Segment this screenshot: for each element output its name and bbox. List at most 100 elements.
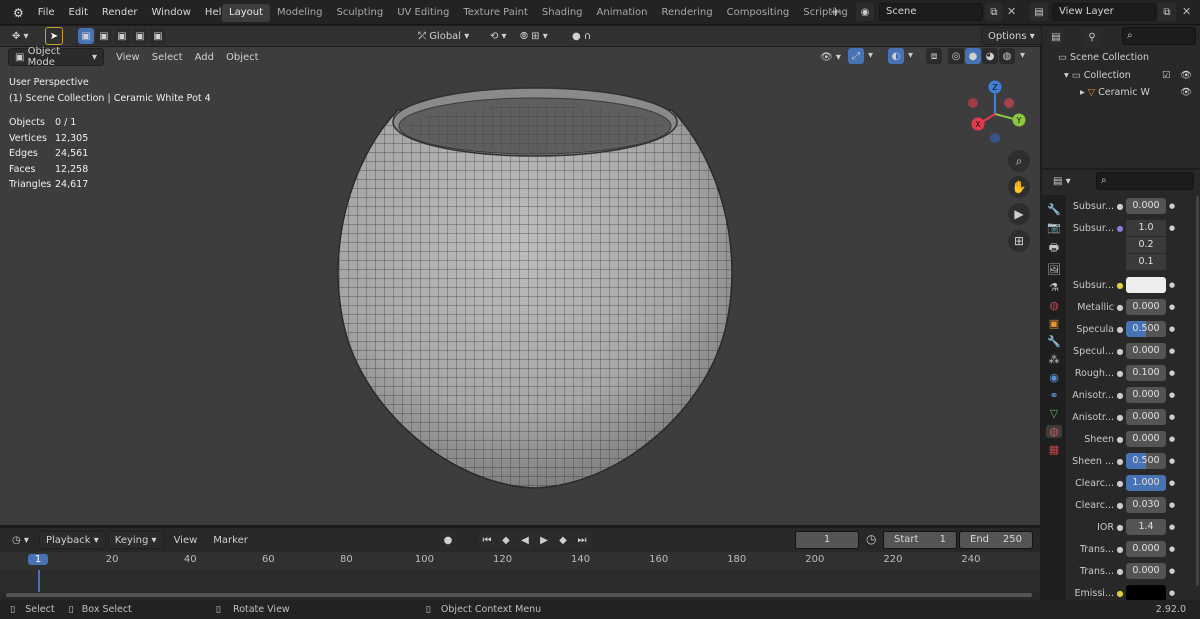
property-value[interactable]: 0.500 (1126, 321, 1166, 337)
keyframe-dot-icon[interactable]: ● (1166, 202, 1178, 210)
options-dropdown[interactable]: Options ▾ (981, 27, 1042, 45)
playback-menu[interactable]: Playback ▾ (38, 531, 106, 549)
object-tab-icon[interactable]: ▣ (1049, 317, 1059, 330)
editor-type-icon[interactable]: ✥ ▾ (6, 27, 35, 45)
keyframe-dot-icon[interactable]: ● (1166, 281, 1178, 289)
scene-tab-icon[interactable]: ⚗ (1049, 281, 1059, 294)
view-layer-selector[interactable]: View Layer (1052, 3, 1156, 21)
keyframe-dot-icon[interactable]: ● (1166, 545, 1178, 553)
ceramic-pot-mesh[interactable] (330, 80, 750, 500)
timeline-editor-icon[interactable]: ◷ ▾ (6, 531, 35, 549)
timeline-track[interactable] (0, 570, 1040, 592)
next-keyframe-icon[interactable]: ◆ (554, 531, 572, 549)
keyframe-dot-icon[interactable]: ● (1166, 347, 1178, 355)
viewport-menu-view[interactable]: View (110, 48, 146, 66)
camera-view-icon[interactable]: ▶ (1008, 203, 1030, 225)
playhead[interactable] (38, 570, 40, 592)
socket-dot-icon[interactable]: ● (1114, 501, 1126, 510)
socket-dot-icon[interactable]: ● (1114, 479, 1126, 488)
solid-shading-icon[interactable]: ● (965, 48, 981, 64)
property-value[interactable]: 0.000 (1126, 409, 1166, 425)
jump-start-icon[interactable]: ⏮ (478, 531, 496, 549)
select-extend-icon[interactable]: ▣ (96, 28, 112, 44)
socket-dot-icon[interactable]: ● (1114, 413, 1126, 422)
checkbox-icon[interactable]: ☑ (1162, 67, 1171, 85)
timeline-scrollbar[interactable] (6, 593, 1032, 597)
transform-orientation-dropdown[interactable]: ⤱ Global ▾ (412, 27, 475, 45)
select-subtract-icon[interactable]: ▣ (114, 28, 130, 44)
overlay-dropdown-icon[interactable]: ▾ (908, 50, 913, 61)
constraints-tab-icon[interactable]: ⚭ (1049, 389, 1058, 402)
outliner-collection[interactable]: ▾ ▭ Collection ☑ 👁 (1058, 67, 1192, 85)
viewport-menu-select[interactable]: Select (146, 48, 189, 66)
physics-tab-icon[interactable]: ◉ (1049, 371, 1059, 384)
tab-rendering[interactable]: Rendering (655, 4, 720, 22)
timeline-view-menu[interactable]: View (168, 531, 204, 549)
add-workspace-icon[interactable]: + (830, 5, 841, 20)
socket-dot-icon[interactable]: ● (1114, 523, 1126, 532)
select-new-icon[interactable]: ▣ (78, 28, 94, 44)
world-tab-icon[interactable]: ◍ (1049, 299, 1059, 312)
property-value[interactable] (1126, 277, 1166, 293)
keyframe-dot-icon[interactable]: ● (1166, 369, 1178, 377)
select-tool-icon[interactable]: ➤ (45, 27, 63, 45)
properties-search[interactable]: ⌕ (1096, 172, 1194, 190)
timeline-ruler[interactable]: 1 20 40 60 80 100 120 140 160 180 200 220 240 (0, 552, 1040, 570)
keyframe-dot-icon[interactable]: ● (1166, 457, 1178, 465)
xray-toggle-icon[interactable]: ⧈ (926, 48, 942, 64)
keyframe-dot-icon[interactable]: ● (1166, 567, 1178, 575)
new-view-layer-icon[interactable]: ⧉ (1158, 3, 1176, 21)
keyframe-dot-icon[interactable]: ● (1166, 391, 1178, 399)
eye-icon[interactable]: 👁 (1180, 84, 1192, 102)
proportional-edit-icon[interactable]: ● ∩ (566, 27, 597, 45)
new-scene-icon[interactable]: ⧉ (985, 3, 1003, 21)
current-frame-field[interactable]: 1 (795, 531, 859, 549)
wireframe-shading-icon[interactable]: ◎ (948, 48, 964, 64)
socket-dot-icon[interactable]: ● (1114, 567, 1126, 576)
shading-dropdown-icon[interactable]: ▾ (1020, 50, 1025, 61)
prev-keyframe-icon[interactable]: ◆ (497, 531, 515, 549)
start-frame-field[interactable]: Start 1 (883, 531, 957, 549)
select-invert-icon[interactable]: ▣ (132, 28, 148, 44)
blender-logo-icon[interactable]: ⚙ (6, 6, 31, 20)
outliner-object[interactable]: ▸ ▽ Ceramic W 👁 (1058, 84, 1192, 102)
keyframe-dot-icon[interactable]: ● (1166, 413, 1178, 421)
tab-modeling[interactable]: Modeling (270, 4, 330, 22)
tab-sculpting[interactable]: Sculpting (330, 4, 391, 22)
socket-dot-icon[interactable]: ● (1114, 369, 1126, 378)
socket-dot-icon[interactable]: ● (1114, 435, 1126, 444)
select-intersect-icon[interactable]: ▣ (150, 28, 166, 44)
keyframe-dot-icon[interactable]: ● (1166, 479, 1178, 487)
property-value[interactable]: 0.500 (1126, 453, 1166, 469)
expand-arrow-icon[interactable]: ▾ (1064, 70, 1072, 81)
menu-render[interactable]: Render (95, 7, 145, 18)
property-value[interactable]: 0.000 (1126, 563, 1166, 579)
property-value[interactable]: 1.4 (1126, 519, 1166, 535)
outliner-search[interactable]: ⌕ (1122, 27, 1196, 45)
jump-end-icon[interactable]: ⏭ (573, 531, 591, 549)
particles-tab-icon[interactable]: ⁂ (1049, 353, 1060, 366)
end-frame-field[interactable]: End 250 (959, 531, 1033, 549)
auto-keying-icon[interactable]: ● (439, 531, 457, 549)
socket-dot-icon[interactable]: ● (1114, 545, 1126, 554)
scene-selector[interactable]: Scene (879, 3, 983, 21)
pan-hand-icon[interactable]: ✋ (1008, 176, 1030, 198)
zoom-icon[interactable]: ⌕ (1008, 150, 1030, 172)
gizmo-toggle-icon[interactable]: ⤢ (848, 48, 864, 64)
keyframe-dot-icon[interactable]: ● (1166, 303, 1178, 311)
view-layer-tab-icon[interactable]: 🖼 (1047, 263, 1061, 276)
viewport-menu-add[interactable]: Add (189, 48, 220, 66)
property-value[interactable]: 1.0 (1126, 220, 1166, 236)
keyframe-dot-icon[interactable]: ● (1166, 435, 1178, 443)
material-shading-icon[interactable]: ◕ (982, 48, 998, 64)
texture-tab-icon[interactable]: ▦ (1049, 443, 1059, 456)
clock-icon[interactable]: ◷ (866, 532, 876, 546)
outliner-scene-collection[interactable]: ▭ Scene Collection (1058, 49, 1150, 67)
menu-window[interactable]: Window (144, 7, 197, 18)
socket-dot-icon[interactable]: ● (1114, 224, 1126, 233)
property-value[interactable]: 0.000 (1126, 343, 1166, 359)
render-tab-icon[interactable]: 📷 (1047, 221, 1061, 234)
tab-layout[interactable]: Layout (222, 3, 270, 22)
eye-icon[interactable]: 👁 (1180, 67, 1192, 85)
keyframe-dot-icon[interactable]: ● (1166, 325, 1178, 333)
